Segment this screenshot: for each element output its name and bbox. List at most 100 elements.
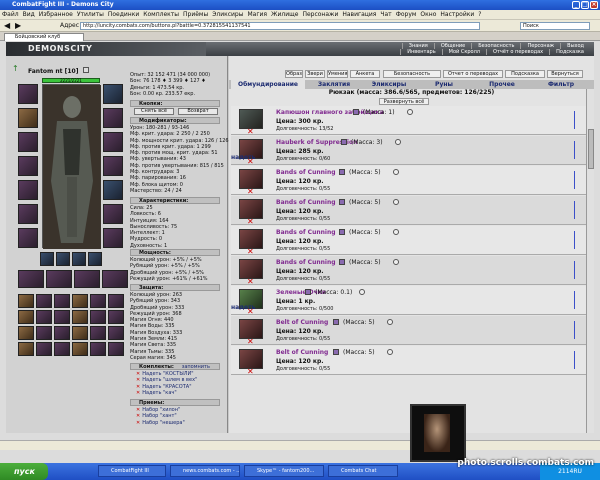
item-image[interactable] xyxy=(239,109,263,129)
video-thumbnail[interactable] xyxy=(410,404,466,462)
wear-link[interactable]: надеть xyxy=(231,304,255,311)
earring-slot[interactable] xyxy=(103,84,123,104)
item-image[interactable] xyxy=(239,169,263,189)
delete-item-icon[interactable]: ✕ xyxy=(247,217,254,226)
mastery-section-header[interactable]: Мощность: xyxy=(130,249,220,256)
trick-link[interactable]: ✕ Набор "нешера" xyxy=(136,420,185,426)
task-news[interactable]: news.combats.com - ... xyxy=(170,465,240,477)
spell-icon[interactable] xyxy=(36,326,52,340)
menu-item[interactable]: Форум xyxy=(396,11,417,18)
boots-slot[interactable] xyxy=(103,204,123,224)
spell-icon[interactable] xyxy=(108,342,124,356)
delete-icon[interactable]: ✕ xyxy=(136,384,140,390)
expand-all-button[interactable]: Развернуть всё xyxy=(379,98,429,105)
start-button[interactable]: пуск xyxy=(0,463,48,480)
info-icon[interactable] xyxy=(387,349,393,355)
delete-item-icon[interactable]: ✕ xyxy=(247,367,254,376)
inventory-tab[interactable]: Прочее xyxy=(473,80,531,89)
maximize-button[interactable]: □ xyxy=(581,1,589,9)
delete-icon[interactable]: ✕ xyxy=(136,420,140,426)
item-name[interactable]: Belt of Cunning xyxy=(276,319,328,326)
spell-icon[interactable] xyxy=(36,342,52,356)
menu-item[interactable]: Файл xyxy=(2,11,19,18)
item-image[interactable] xyxy=(239,349,263,369)
spell-icon[interactable] xyxy=(18,342,34,356)
delete-item-icon[interactable]: ✕ xyxy=(247,277,254,286)
sort-arrow-icon[interactable] xyxy=(574,141,578,159)
protection-section-header[interactable]: Защита: xyxy=(130,284,220,291)
modifiers-section-header[interactable]: Модификаторы: xyxy=(130,117,220,124)
inventory-top-button[interactable]: Безопасность xyxy=(383,70,441,78)
sort-arrow-icon[interactable] xyxy=(574,111,578,129)
belt-slot[interactable] xyxy=(18,180,38,200)
item-name[interactable]: Bands of Cunning xyxy=(276,259,336,266)
ring-slot[interactable] xyxy=(18,204,38,224)
inventory-top-button[interactable]: Умения xyxy=(327,70,348,78)
delete-item-icon[interactable]: ✕ xyxy=(247,337,254,346)
rune-slot-3[interactable] xyxy=(72,252,86,266)
characteristics-section-header[interactable]: Характеристики: xyxy=(130,197,220,204)
item-name[interactable]: Belt of Cunning xyxy=(276,349,328,356)
sort-arrow-icon[interactable] xyxy=(574,201,578,219)
menu-item[interactable]: Магия xyxy=(247,11,267,18)
inventory-tab[interactable]: Обмундирование xyxy=(231,80,305,89)
inventory-tab[interactable]: Руны xyxy=(417,80,471,89)
info-icon[interactable] xyxy=(393,169,399,175)
info-icon[interactable] xyxy=(393,229,399,235)
ring-slot-2[interactable] xyxy=(18,228,38,248)
delete-icon[interactable]: ✕ xyxy=(136,390,140,396)
menu-item[interactable]: Персонажи xyxy=(302,11,338,18)
info-icon[interactable] xyxy=(82,67,89,73)
rune-slot-1[interactable] xyxy=(40,252,54,266)
sets-section-header[interactable]: Комплекты: запомнить xyxy=(130,363,220,370)
rune-slot-2[interactable] xyxy=(56,252,70,266)
task-skype[interactable]: Skype™ - fantom200... xyxy=(244,465,324,477)
back-icon[interactable]: ◀ xyxy=(4,20,10,32)
spell-icon[interactable] xyxy=(72,326,88,340)
scroll-slot-4[interactable] xyxy=(102,270,128,288)
topnav-link[interactable]: Инвентарь xyxy=(400,49,441,55)
inventory-top-button[interactable]: Звери xyxy=(305,70,325,78)
scroll-slot-1[interactable] xyxy=(18,270,44,288)
minimize-button[interactable]: _ xyxy=(572,1,580,9)
menu-item[interactable]: ? xyxy=(478,11,481,18)
topnav-link[interactable]: Отчёт о переводах xyxy=(486,49,549,55)
spell-icon[interactable] xyxy=(54,294,70,308)
menu-item[interactable]: Вид xyxy=(23,11,35,18)
scroll-slot-2[interactable] xyxy=(46,270,72,288)
save-set-link[interactable]: запомнить xyxy=(182,364,210,370)
shield-slot[interactable] xyxy=(103,132,123,152)
delete-item-icon[interactable]: ✕ xyxy=(247,127,254,136)
topnav-link[interactable]: Подсказка xyxy=(549,49,590,55)
spell-icon[interactable] xyxy=(108,294,124,308)
take-off-all-button[interactable]: Снять всё xyxy=(134,108,174,115)
up-arrow-icon[interactable]: ↑ xyxy=(12,64,19,73)
menu-item[interactable]: Поединки xyxy=(108,11,139,18)
rune-slot-4[interactable] xyxy=(88,252,102,266)
amulet-slot[interactable] xyxy=(18,108,38,128)
sort-arrow-icon[interactable] xyxy=(574,351,578,369)
return-button[interactable]: Возврат xyxy=(178,108,218,115)
scroll-slot-3[interactable] xyxy=(74,270,100,288)
pants-slot[interactable] xyxy=(103,180,123,200)
spell-icon[interactable] xyxy=(18,326,34,340)
info-icon[interactable] xyxy=(395,139,401,145)
delete-icon[interactable]: ✕ xyxy=(136,413,140,419)
delete-item-icon[interactable]: ✕ xyxy=(247,187,254,196)
spell-icon[interactable] xyxy=(72,310,88,324)
delete-icon[interactable]: ✕ xyxy=(136,377,140,383)
info-icon[interactable] xyxy=(359,289,365,295)
spell-icon[interactable] xyxy=(90,310,106,324)
info-icon[interactable] xyxy=(393,199,399,205)
inventory-tab[interactable]: Эликсиры xyxy=(363,80,415,89)
forward-icon[interactable]: ▶ xyxy=(15,20,21,32)
menu-item[interactable]: Избранное xyxy=(39,11,73,18)
item-name[interactable]: Bands of Cunning xyxy=(276,169,336,176)
menu-item[interactable]: Комплекты xyxy=(143,11,179,18)
buttons-section-header[interactable]: Кнопки: xyxy=(130,100,220,107)
delete-icon[interactable]: ✕ xyxy=(136,371,140,377)
close-button[interactable]: × xyxy=(590,1,598,9)
spell-icon[interactable] xyxy=(90,326,106,340)
armor-slot[interactable] xyxy=(18,156,38,176)
item-name[interactable]: Bands of Cunning xyxy=(276,229,336,236)
